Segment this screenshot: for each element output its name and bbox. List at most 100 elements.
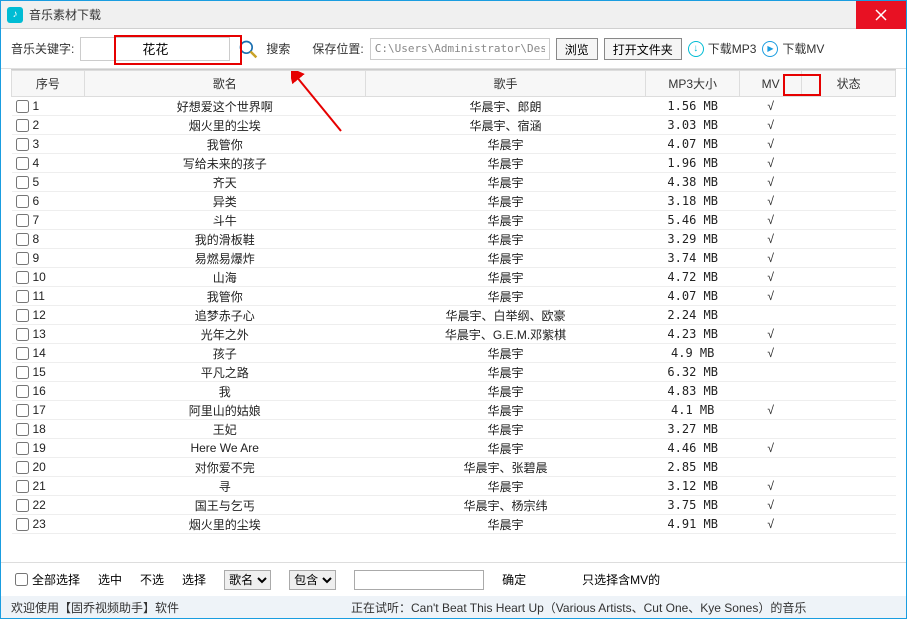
results-table-wrap[interactable]: 序号 歌名 歌手 MP3大小 MV 状态 1好想爱这个世界啊华晨宇、郎朗1.56…: [11, 69, 896, 558]
filter-value-input[interactable]: [354, 570, 484, 590]
cell-size: 4.38 MB: [646, 173, 740, 192]
select-checked-link[interactable]: 选中: [98, 571, 122, 588]
row-checkbox[interactable]: [16, 271, 29, 284]
row-checkbox[interactable]: [16, 252, 29, 265]
cell-song: 异类: [84, 192, 365, 211]
row-checkbox[interactable]: [16, 100, 29, 113]
col-mv[interactable]: MV: [739, 71, 801, 97]
cell-state: [802, 477, 896, 496]
table-row[interactable]: 2烟火里的尘埃华晨宇、宿涵3.03 MB√: [12, 116, 896, 135]
cell-mv: √: [739, 211, 801, 230]
row-checkbox[interactable]: [16, 176, 29, 189]
status-bar: 欢迎使用【固乔视频助手】软件 正在试听：Can't Beat This Hear…: [1, 596, 906, 618]
select-unchecked-link[interactable]: 不选: [140, 571, 164, 588]
row-checkbox[interactable]: [16, 366, 29, 379]
row-checkbox[interactable]: [16, 157, 29, 170]
only-mv-link[interactable]: 只选择含MV的: [582, 571, 660, 588]
cell-singer: 华晨宇: [365, 287, 646, 306]
row-checkbox[interactable]: [16, 442, 29, 455]
table-row[interactable]: 11我管你华晨宇4.07 MB√: [12, 287, 896, 306]
cell-singer: 华晨宇: [365, 154, 646, 173]
download-mv-link[interactable]: ▶ 下载MV: [762, 40, 824, 57]
table-row[interactable]: 14孩子华晨宇4.9 MB√: [12, 344, 896, 363]
filter-op-select[interactable]: 包含: [289, 570, 336, 590]
cell-mv: √: [739, 325, 801, 344]
table-row[interactable]: 13光年之外华晨宇、G.E.M.邓紫棋4.23 MB√: [12, 325, 896, 344]
cell-state: [802, 458, 896, 477]
col-state[interactable]: 状态: [802, 71, 896, 97]
cell-singer: 华晨宇、郎朗: [365, 97, 646, 116]
table-row[interactable]: 7斗牛华晨宇5.46 MB√: [12, 211, 896, 230]
table-row[interactable]: 21寻华晨宇3.12 MB√: [12, 477, 896, 496]
table-row[interactable]: 3我管你华晨宇4.07 MB√: [12, 135, 896, 154]
download-mp3-link[interactable]: ↓ 下载MP3: [688, 40, 757, 57]
search-icon: [238, 39, 258, 59]
row-checkbox[interactable]: [16, 328, 29, 341]
cell-song: 易燃易爆炸: [84, 249, 365, 268]
row-checkbox[interactable]: [16, 233, 29, 246]
search-button[interactable]: [236, 37, 260, 61]
close-icon: [875, 9, 887, 21]
filter-ok-button[interactable]: 确定: [502, 571, 526, 588]
cell-singer: 华晨宇: [365, 135, 646, 154]
cell-mv: √: [739, 287, 801, 306]
table-row[interactable]: 4写给未来的孩子华晨宇1.96 MB√: [12, 154, 896, 173]
row-checkbox[interactable]: [16, 309, 29, 322]
download-mp3-label: 下载MP3: [708, 40, 757, 57]
row-checkbox[interactable]: [16, 195, 29, 208]
col-song[interactable]: 歌名: [84, 71, 365, 97]
table-row[interactable]: 23烟火里的尘埃华晨宇4.91 MB√: [12, 515, 896, 534]
table-row[interactable]: 9易燃易爆炸华晨宇3.74 MB√: [12, 249, 896, 268]
table-row[interactable]: 19Here We Are华晨宇4.46 MB√: [12, 439, 896, 458]
row-checkbox[interactable]: [16, 385, 29, 398]
row-checkbox[interactable]: [16, 138, 29, 151]
cell-song: 国王与乞丐: [84, 496, 365, 515]
savepath-input[interactable]: [370, 38, 550, 60]
col-size[interactable]: MP3大小: [646, 71, 740, 97]
col-singer[interactable]: 歌手: [365, 71, 646, 97]
row-checkbox[interactable]: [16, 290, 29, 303]
open-folder-button[interactable]: 打开文件夹: [604, 38, 682, 60]
cell-song: 寻: [84, 477, 365, 496]
cell-size: 2.85 MB: [646, 458, 740, 477]
table-row[interactable]: 15平凡之路华晨宇6.32 MB: [12, 363, 896, 382]
table-row[interactable]: 20对你爱不完华晨宇、张碧晨2.85 MB: [12, 458, 896, 477]
row-checkbox[interactable]: [16, 214, 29, 227]
row-checkbox[interactable]: [16, 404, 29, 417]
row-checkbox[interactable]: [16, 499, 29, 512]
col-idx[interactable]: 序号: [12, 71, 85, 97]
table-row[interactable]: 1好想爱这个世界啊华晨宇、郎朗1.56 MB√: [12, 97, 896, 116]
table-row[interactable]: 6异类华晨宇3.18 MB√: [12, 192, 896, 211]
table-row[interactable]: 10山海华晨宇4.72 MB√: [12, 268, 896, 287]
row-checkbox[interactable]: [16, 518, 29, 531]
table-row[interactable]: 5齐天华晨宇4.38 MB√: [12, 173, 896, 192]
filter-field-select[interactable]: 歌名: [224, 570, 271, 590]
row-checkbox[interactable]: [16, 480, 29, 493]
table-row[interactable]: 16我华晨宇4.83 MB: [12, 382, 896, 401]
cell-mv: √: [739, 249, 801, 268]
cell-mv: √: [739, 135, 801, 154]
browse-button[interactable]: 浏览: [556, 38, 598, 60]
table-row[interactable]: 17阿里山的姑娘华晨宇4.1 MB√: [12, 401, 896, 420]
bottom-toolbar: 全部选择 选中 不选 选择 歌名 包含 确定 只选择含MV的: [1, 562, 906, 596]
cell-singer: 华晨宇: [365, 477, 646, 496]
cell-singer: 华晨宇: [365, 249, 646, 268]
close-button[interactable]: [856, 1, 906, 29]
table-row[interactable]: 22国王与乞丐华晨宇、杨宗纬3.75 MB√: [12, 496, 896, 515]
cell-idx: 10: [12, 268, 85, 287]
row-checkbox[interactable]: [16, 461, 29, 474]
cell-state: [802, 439, 896, 458]
row-checkbox[interactable]: [16, 423, 29, 436]
cell-idx: 23: [12, 515, 85, 534]
table-row[interactable]: 12追梦赤子心华晨宇、白举纲、欧豪2.24 MB: [12, 306, 896, 325]
row-checkbox[interactable]: [16, 347, 29, 360]
select-all-checkbox[interactable]: 全部选择: [15, 571, 80, 588]
cell-state: [802, 211, 896, 230]
row-checkbox[interactable]: [16, 119, 29, 132]
keyword-input[interactable]: [80, 37, 230, 61]
cell-mv: [739, 420, 801, 439]
cell-size: 4.07 MB: [646, 135, 740, 154]
table-row[interactable]: 18王妃华晨宇3.27 MB: [12, 420, 896, 439]
cell-mv: √: [739, 192, 801, 211]
table-row[interactable]: 8我的滑板鞋华晨宇3.29 MB√: [12, 230, 896, 249]
